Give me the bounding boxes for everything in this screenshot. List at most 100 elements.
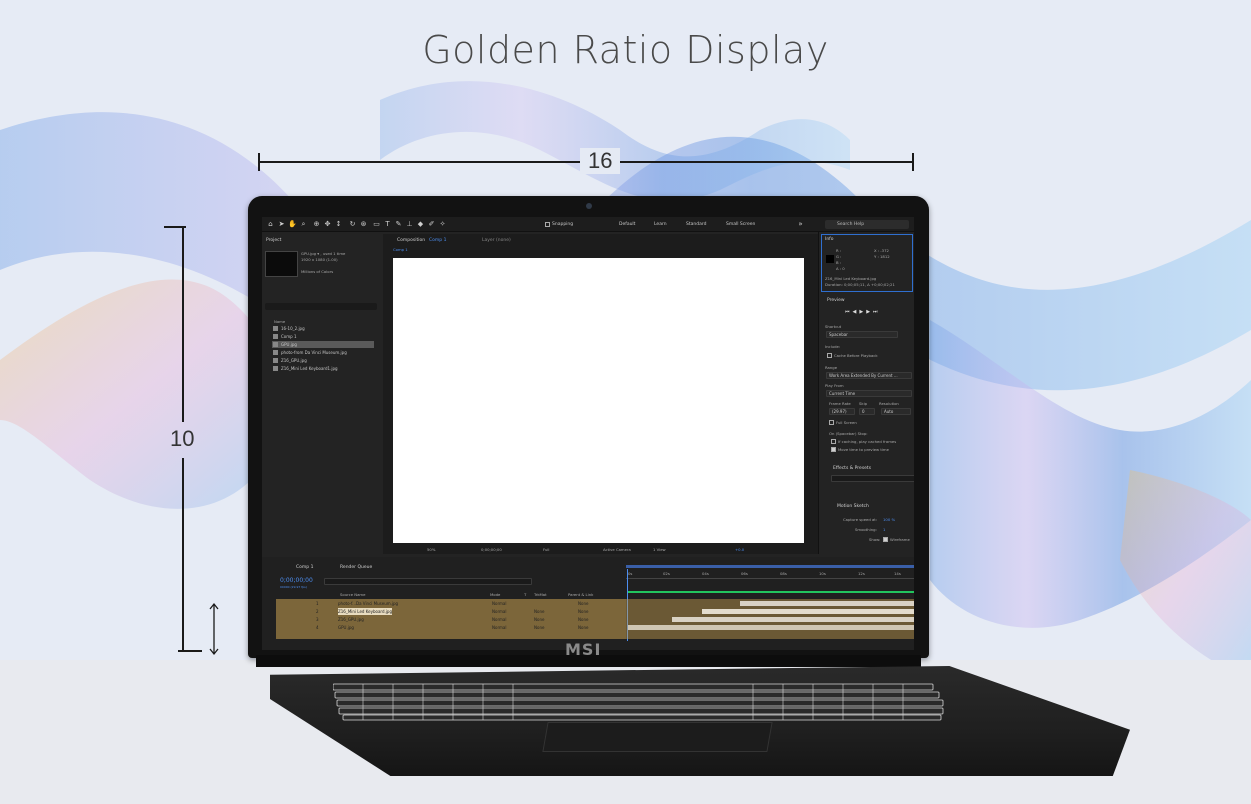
views-dropdown[interactable]: 1 View (653, 547, 666, 552)
color-swatch (826, 255, 834, 263)
layer-trkmat[interactable]: None (534, 608, 544, 615)
roto-tool-icon[interactable]: ✐ (427, 220, 436, 229)
ruler-tick: 02s (663, 571, 670, 576)
timeline-layer-row[interactable]: 1 photo-f...Da Vinci Museum.jpg Normal N… (276, 600, 626, 607)
orbit-tool-icon[interactable]: ⊕ (312, 220, 321, 229)
brush-tool-icon[interactable]: ✎ (394, 220, 403, 229)
layer-parent[interactable]: None (578, 624, 588, 631)
capture-speed-value[interactable]: 100 % (883, 517, 895, 522)
snapping-checkbox[interactable] (545, 222, 550, 227)
project-file-item[interactable]: Comp 1 (272, 333, 374, 340)
layer-mode[interactable]: Normal (492, 616, 506, 623)
timeline-layer-row[interactable]: 3 Z16_GPU.jpg Normal None None (276, 616, 626, 623)
dolly-tool-icon[interactable]: ↕ (334, 220, 343, 229)
col-parent-link[interactable]: Parent & Link (568, 592, 593, 597)
hand-tool-icon[interactable]: ✋ (288, 220, 297, 229)
render-queue-tab[interactable]: Render Queue (340, 565, 372, 570)
if-caching-checkbox[interactable] (831, 439, 836, 444)
eraser-tool-icon[interactable]: ◆ (416, 220, 425, 229)
play-from-dropdown[interactable]: Current Time (826, 390, 912, 397)
pan-tool-icon[interactable]: ✥ (323, 220, 332, 229)
timeline-timecode[interactable]: 0;00;00;00 (280, 577, 313, 584)
layer-name: GPU.jpg (338, 625, 354, 630)
workspace-small-screen[interactable]: Small Screen (726, 222, 755, 227)
wireframe-checkbox[interactable] (883, 537, 888, 542)
preview-panel-title: Preview (827, 298, 845, 303)
project-file-item[interactable]: Z16_Mini Led Keyboard1.jpg (272, 365, 374, 372)
resolution-dropdown[interactable]: Auto (881, 408, 911, 415)
composition-tab[interactable]: Composition (397, 238, 425, 243)
layer-parent[interactable]: None (578, 600, 588, 607)
layer-parent[interactable]: None (578, 616, 588, 623)
timeline-comp-tab[interactable]: Comp 1 (296, 565, 313, 570)
touchpad[interactable] (542, 722, 773, 752)
project-file-item[interactable]: 16-10_2.jpg (272, 325, 374, 332)
project-column-name[interactable]: Name (274, 319, 285, 324)
move-time-checkbox[interactable] (831, 447, 836, 452)
range-dropdown[interactable]: Work Area Extended By Current ... (826, 372, 912, 379)
layer-mode[interactable]: Normal (492, 608, 506, 615)
headline: Golden Ratio Display (422, 28, 829, 72)
more-workspaces-icon[interactable]: » (796, 220, 805, 229)
zoom-dropdown[interactable]: 50% (427, 547, 435, 552)
layer-mode[interactable]: Normal (492, 624, 506, 631)
layer-tab[interactable]: Layer (none) (482, 238, 511, 243)
frame-rate-dropdown[interactable]: (29.97) (829, 408, 855, 415)
layer-duration-bar[interactable] (672, 617, 914, 622)
home-icon[interactable]: ⌂ (266, 220, 275, 229)
project-search-input[interactable] (265, 303, 377, 310)
project-file-item[interactable]: photo-from Da Vinci Museum.jpg (272, 349, 374, 356)
composition-tab-name[interactable]: Comp 1 (429, 238, 446, 243)
composition-breadcrumb[interactable]: Comp 1 (393, 247, 408, 252)
anchor-tool-icon[interactable]: ⊛ (359, 220, 368, 229)
layer-trkmat[interactable]: None (534, 616, 544, 623)
full-screen-checkbox[interactable] (829, 420, 834, 425)
project-selected-dims: 1920 x 1080 (1.00) (301, 257, 338, 262)
project-file-item[interactable]: Z16_GPU.jpg (272, 357, 374, 364)
timeline-layer-row[interactable]: 4 GPU.jpg Normal None None (276, 624, 626, 631)
layer-duration-bar[interactable] (628, 625, 914, 630)
viewer-timecode[interactable]: 0;00;00;00 (481, 547, 502, 552)
webcam-icon (586, 203, 592, 209)
exposure-value[interactable]: +0.0 (735, 547, 744, 552)
selection-tool-icon[interactable]: ➤ (277, 220, 286, 229)
workspace-default[interactable]: Default (619, 222, 635, 227)
smoothing-value[interactable]: 1 (883, 527, 885, 532)
resolution-dropdown[interactable]: Full (543, 547, 550, 552)
pin-tool-icon[interactable]: ✧ (438, 220, 447, 229)
project-file-item-selected[interactable]: GPU.jpg (272, 341, 374, 348)
work-area-bar[interactable] (626, 565, 914, 568)
project-panel: Project GPU.jpg ▾ , used 1 time 1920 x 1… (262, 232, 382, 554)
col-mode[interactable]: Mode (490, 592, 500, 597)
composition-canvas[interactable] (393, 258, 804, 543)
camera-dropdown[interactable]: Active Camera (603, 547, 631, 552)
timeline-search-input[interactable] (324, 578, 532, 585)
layer-duration-bar[interactable] (740, 601, 914, 606)
col-source-name[interactable]: Source Name (340, 592, 365, 597)
motion-sketch-title: Motion Sketch (837, 504, 869, 509)
effects-search-input[interactable] (831, 475, 914, 482)
layer-parent[interactable]: None (578, 608, 588, 615)
text-tool-icon[interactable]: T (383, 220, 392, 229)
skip-dropdown[interactable]: 0 (859, 408, 875, 415)
timeline-layer-row-selected[interactable]: 2 Z16_Mini Led Keyboard.jpg Normal None … (276, 608, 626, 615)
col-trkmat[interactable]: TrkMat (534, 592, 547, 597)
clone-tool-icon[interactable]: ⊥ (405, 220, 414, 229)
shortcut-dropdown[interactable]: Spacebar (826, 331, 898, 338)
info-y: Y : 1812 (874, 254, 890, 259)
rectangle-tool-icon[interactable]: ▭ (372, 220, 381, 229)
search-help-input[interactable]: Search Help (825, 220, 909, 229)
col-t[interactable]: T (524, 592, 526, 597)
project-selected-file: GPU.jpg ▾ , used 1 time (301, 251, 346, 256)
layer-trkmat[interactable]: None (534, 624, 544, 631)
rotate-tool-icon[interactable]: ↻ (348, 220, 357, 229)
timeline-ruler[interactable]: 0s 02s 04s 06s 08s 10s 12s 14s (626, 569, 914, 579)
layer-mode[interactable]: Normal (492, 600, 506, 607)
workspace-standard[interactable]: Standard (686, 222, 706, 227)
cache-before-playback-checkbox[interactable] (827, 353, 832, 358)
preview-transport-controls[interactable]: ⏮◀▶▶⏭ (845, 309, 881, 315)
zoom-tool-icon[interactable]: ⌕ (299, 220, 308, 229)
image-file-icon (273, 342, 278, 347)
layer-duration-bar[interactable] (702, 609, 914, 614)
workspace-learn[interactable]: Learn (654, 222, 667, 227)
